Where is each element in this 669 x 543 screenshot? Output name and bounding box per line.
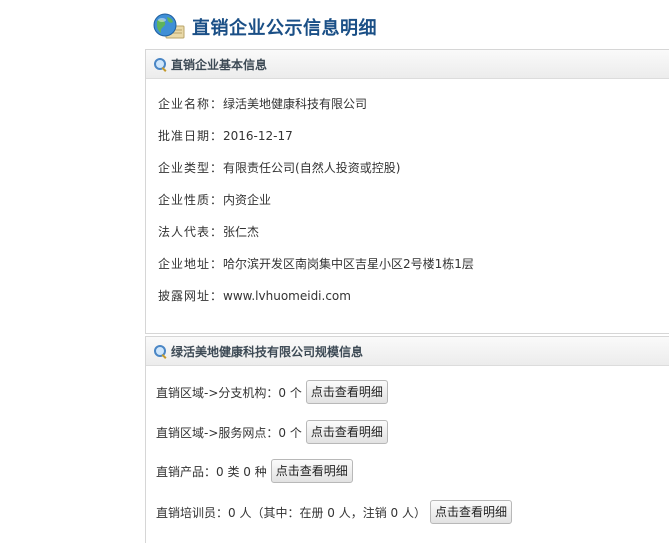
info-row-approval-date: 批准日期：2016-12-17 bbox=[158, 127, 293, 144]
info-value: 张仁杰 bbox=[223, 225, 260, 239]
basic-info-panel: 直销企业基本信息 企业名称：绿活美地健康科技有限公司 批准日期：2016-12-… bbox=[145, 49, 669, 334]
view-details-button[interactable]: 点击查看明细 bbox=[305, 420, 388, 444]
info-label: 企业地址： bbox=[158, 257, 224, 271]
panel-header: 直销企业基本信息 bbox=[146, 50, 669, 79]
info-value: 有限责任公司(自然人投资或控股) bbox=[223, 161, 401, 175]
scale-row-service-points: 直销区域->服务网点：0 个 点击查看明细 bbox=[156, 420, 388, 444]
info-value: 绿活美地健康科技有限公司 bbox=[223, 97, 368, 111]
info-value: 哈尔滨开发区南岗集中区吉星小区2号楼1栋1层 bbox=[223, 257, 474, 271]
scale-text: 直销区域->服务网点：0 个 bbox=[156, 425, 302, 440]
scale-row-trainers: 直销培训员：0 人（其中：在册 0 人，注销 0 人） 点击查看明细 bbox=[156, 500, 512, 524]
info-value: 内资企业 bbox=[223, 193, 272, 207]
scale-row-products: 直销产品：0 类 0 种 点击查看明细 bbox=[156, 459, 353, 483]
info-label: 企业类型： bbox=[158, 161, 224, 175]
info-row-company-nature: 企业性质：内资企业 bbox=[158, 191, 271, 208]
info-row-company-name: 企业名称：绿活美地健康科技有限公司 bbox=[158, 95, 367, 112]
view-details-button[interactable]: 点击查看明细 bbox=[429, 500, 512, 524]
info-label: 企业名称： bbox=[158, 97, 224, 111]
panel-header: 绿活美地健康科技有限公司规模信息 bbox=[146, 337, 669, 366]
search-icon bbox=[154, 57, 167, 72]
page-title: 直销企业公示信息明细 bbox=[192, 18, 377, 39]
panel-title: 绿活美地健康科技有限公司规模信息 bbox=[171, 344, 364, 359]
scale-text: 直销区域->分支机构：0 个 bbox=[156, 385, 302, 400]
info-label: 法人代表： bbox=[158, 225, 224, 239]
scale-text: 直销产品：0 类 0 种 bbox=[156, 464, 267, 479]
info-label: 企业性质： bbox=[158, 193, 224, 207]
globe-icon bbox=[152, 12, 186, 42]
scale-text: 直销培训员：0 人（其中：在册 0 人，注销 0 人） bbox=[156, 505, 426, 520]
view-details-button[interactable]: 点击查看明细 bbox=[270, 459, 353, 483]
page-header: 直销企业公示信息明细 bbox=[152, 10, 377, 44]
panel-title: 直销企业基本信息 bbox=[171, 57, 268, 72]
info-value: www.lvhuomeidi.com bbox=[223, 289, 351, 303]
info-row-address: 企业地址：哈尔滨开发区南岗集中区吉星小区2号楼1栋1层 bbox=[158, 255, 474, 272]
info-label: 批准日期： bbox=[158, 129, 224, 143]
scale-info-panel: 绿活美地健康科技有限公司规模信息 直销区域->分支机构：0 个 点击查看明细 直… bbox=[145, 336, 669, 543]
scale-row-branches: 直销区域->分支机构：0 个 点击查看明细 bbox=[156, 380, 388, 404]
view-details-button[interactable]: 点击查看明细 bbox=[305, 380, 388, 404]
info-value: 2016-12-17 bbox=[223, 129, 293, 143]
info-row-company-type: 企业类型：有限责任公司(自然人投资或控股) bbox=[158, 159, 400, 176]
info-row-legal-rep: 法人代表：张仁杰 bbox=[158, 223, 259, 240]
info-label: 披露网址： bbox=[158, 289, 224, 303]
search-icon bbox=[154, 344, 167, 359]
info-row-website: 披露网址：www.lvhuomeidi.com bbox=[158, 287, 351, 304]
